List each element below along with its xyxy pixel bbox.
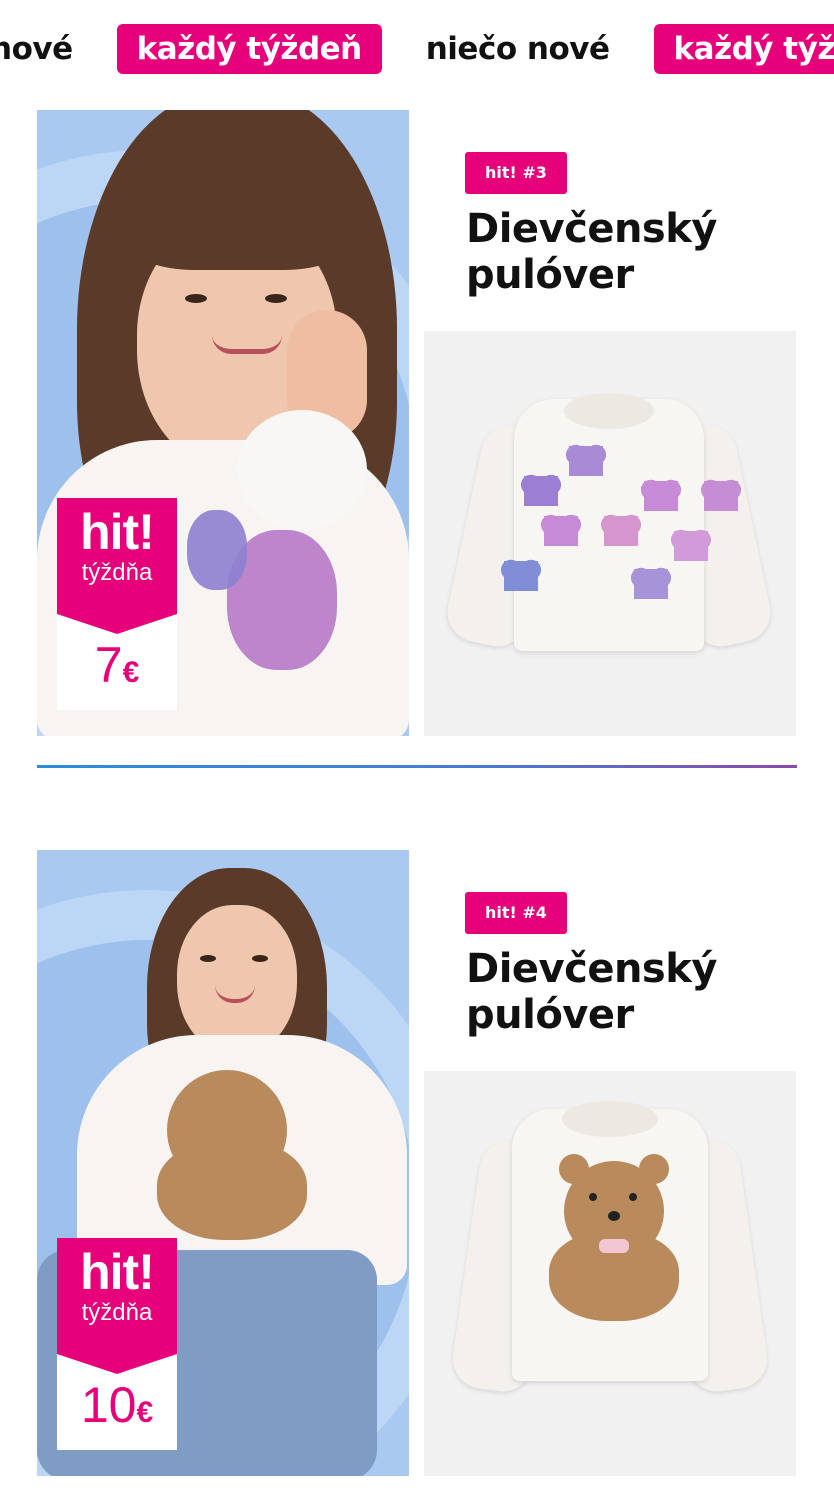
price-value: 7 (94, 637, 123, 693)
product-title[interactable]: Dievčenský pulóver (466, 946, 796, 1038)
hit-sub-label: týždňa (81, 559, 153, 586)
marquee-pill: každý týž (653, 24, 834, 74)
hit-label: hit! (80, 1244, 155, 1300)
heart-icon (504, 561, 538, 591)
model-bangs (129, 180, 349, 270)
hit-badge: hit! týždňa 10€ (57, 1238, 177, 1450)
marquee-text: niečo nové (425, 31, 610, 67)
hit-rank-tag: hit! #3 (465, 152, 567, 194)
hit-badge-header: hit! týždňa (57, 498, 177, 634)
heart-icon (634, 569, 668, 599)
marquee-track: nové každý týždeň niečo nové každý týž (0, 24, 834, 74)
product-title[interactable]: Dievčenský pulóver (466, 206, 796, 298)
section-divider (37, 765, 797, 768)
marquee-pill: každý týždeň (116, 24, 382, 74)
bear-eye (589, 1193, 597, 1201)
bear-nose (608, 1211, 620, 1221)
price-value: 10 (80, 1377, 137, 1433)
marquee-text: nové (0, 31, 73, 67)
heart-icon (674, 531, 708, 561)
lifestyle-photo[interactable]: hit! týždňa 7€ (37, 110, 409, 736)
bear-ear (639, 1154, 669, 1184)
heart-icon (569, 446, 603, 476)
model-face (177, 905, 297, 1055)
heart-icon (644, 481, 678, 511)
hit-badge: hit! týždňa 7€ (57, 498, 177, 710)
heart-icon (604, 516, 638, 546)
model-eye (252, 955, 268, 962)
currency-symbol: € (122, 656, 140, 689)
model-eye (200, 955, 216, 962)
model-eye (265, 294, 287, 303)
product-packshot[interactable] (424, 1071, 796, 1476)
bow-icon (599, 1239, 629, 1253)
bear-pattern (157, 1140, 307, 1240)
sweater-cuff (237, 410, 367, 530)
bear-eye (629, 1193, 637, 1201)
product-packshot[interactable] (424, 331, 796, 736)
heart-icon (544, 516, 578, 546)
sweater-collar (562, 1101, 658, 1137)
currency-symbol: € (136, 1396, 154, 1429)
bear-ear (559, 1154, 589, 1184)
hit-rank-tag: hit! #4 (465, 892, 567, 934)
heart-pattern (187, 510, 247, 590)
model-smile (212, 335, 282, 354)
promo-marquee: nové každý týždeň niečo nové každý týž (0, 0, 834, 96)
heart-icon (524, 476, 558, 506)
hit-label: hit! (80, 504, 155, 560)
hit-sub-label: týždňa (81, 1299, 153, 1326)
heart-icon (704, 481, 738, 511)
sweater-collar (564, 393, 654, 429)
hit-badge-header: hit! týždňa (57, 1238, 177, 1374)
lifestyle-photo[interactable]: hit! týždňa 10€ (37, 850, 409, 1476)
model-eye (185, 294, 207, 303)
